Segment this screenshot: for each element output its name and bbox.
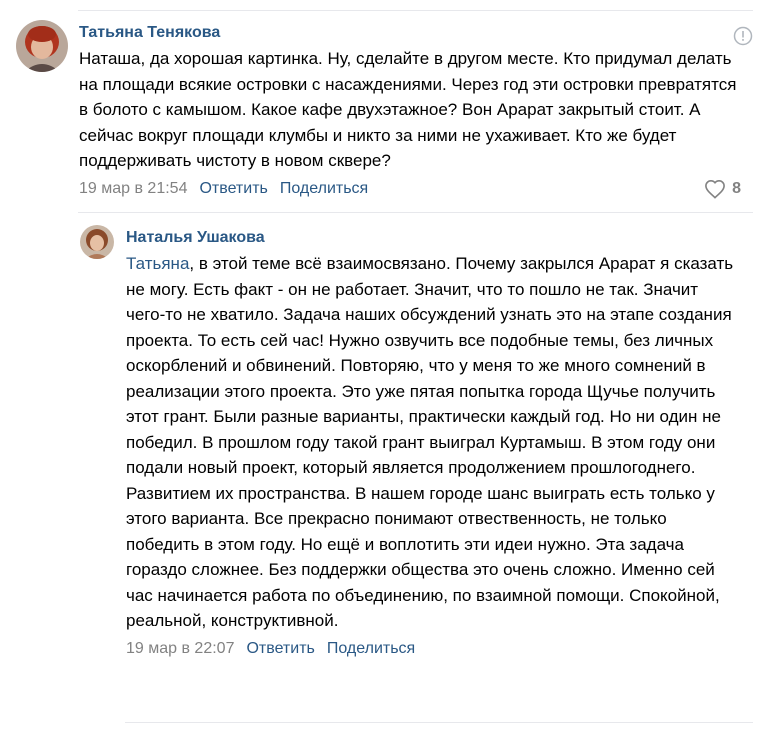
comment-text: Татьяна, в этой теме всё взаимосвязано. … (126, 251, 736, 634)
comment-date[interactable]: 19 мар в 21:54 (79, 176, 187, 202)
divider (78, 212, 753, 213)
reply-button[interactable]: Ответить (199, 176, 267, 202)
top-divider (78, 10, 753, 11)
avatar[interactable] (16, 20, 68, 72)
like-count: 8 (732, 179, 741, 197)
comment-body: Наталья Ушакова Татьяна, в этой теме всё… (126, 225, 753, 662)
comment-author[interactable]: Татьяна Тенякова (79, 20, 753, 46)
reply-mention[interactable]: Татьяна (126, 254, 189, 273)
divider (125, 722, 753, 723)
comment-text: Наташа, да хорошая картинка. Ну, сделайт… (79, 49, 737, 170)
comment-text-content: , в этой теме всё взаимосвязано. Почему … (126, 254, 734, 630)
heart-icon (705, 179, 726, 199)
comment-meta: 19 мар в 22:07 Ответить Поделиться (126, 636, 753, 662)
share-button[interactable]: Поделиться (280, 176, 368, 202)
reply-button[interactable]: Ответить (246, 636, 314, 662)
comment-meta: 19 мар в 21:54 Ответить Поделиться 8 (79, 176, 753, 202)
share-button[interactable]: Поделиться (327, 636, 415, 662)
like-button[interactable]: 8 (704, 176, 753, 202)
comment-date[interactable]: 19 мар в 22:07 (126, 636, 234, 662)
avatar[interactable] (80, 225, 114, 259)
comment-body: Татьяна Тенякова Наташа, да хорошая карт… (79, 20, 753, 202)
comment-author[interactable]: Наталья Ушакова (126, 225, 753, 251)
info-circle-icon[interactable] (733, 26, 753, 46)
